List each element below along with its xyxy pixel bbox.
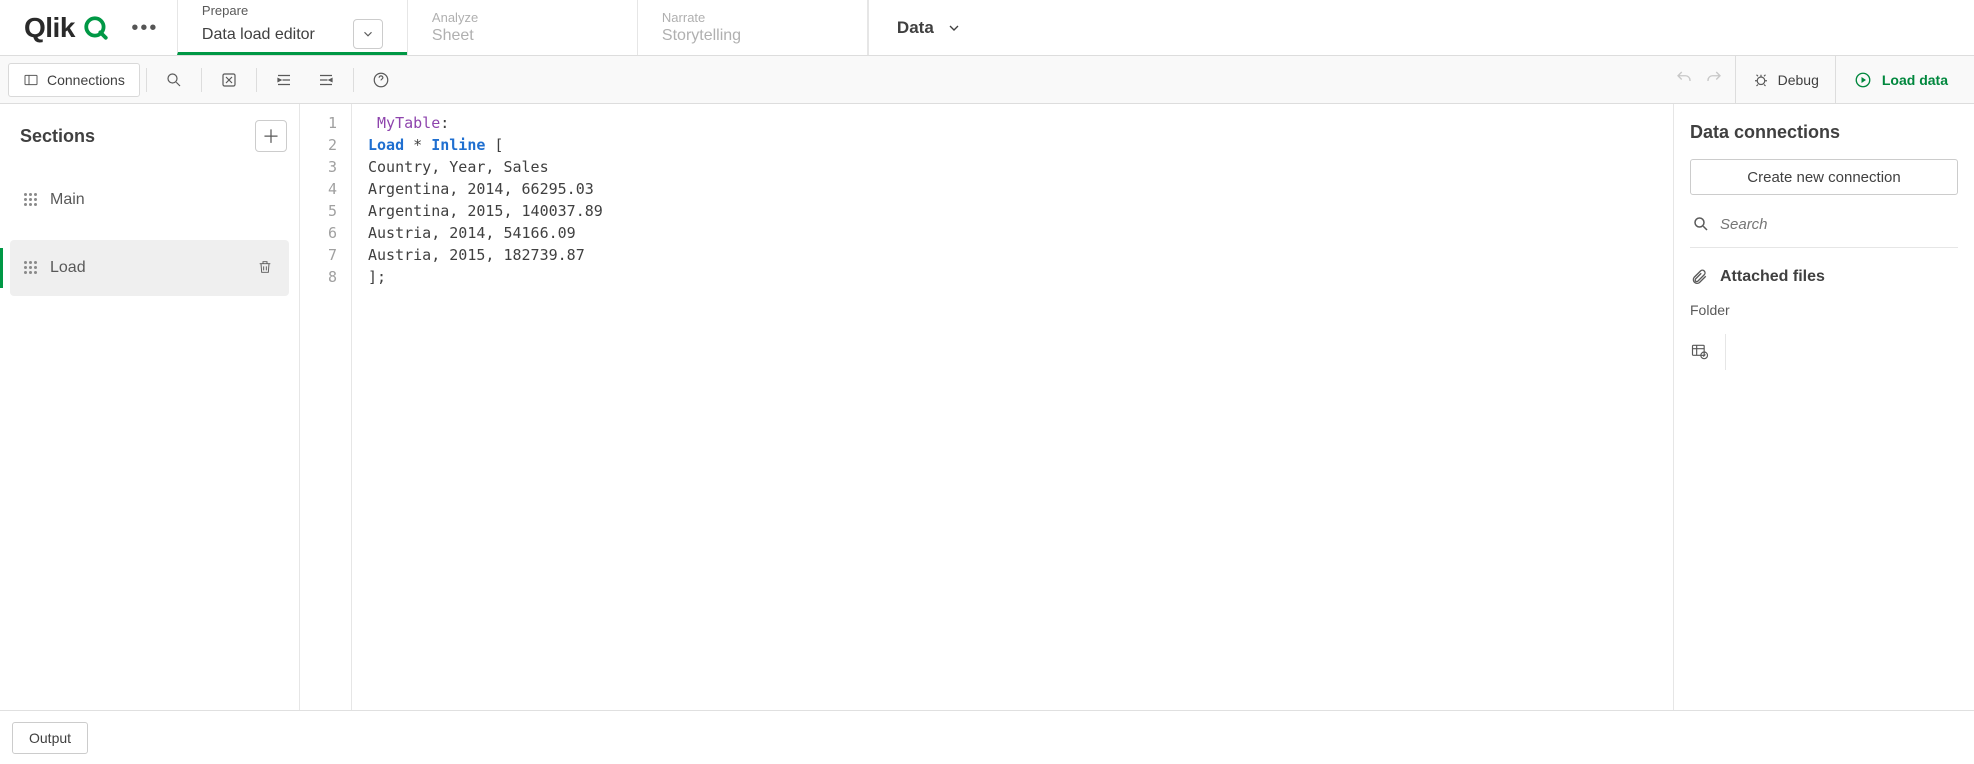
nav-tab-small: Prepare [202, 3, 383, 19]
search-button[interactable] [153, 56, 195, 104]
more-menu-button[interactable]: ••• [127, 0, 163, 56]
nav-tab-prepare[interactable]: Prepare Data load editor [177, 0, 407, 55]
nav-tab-big: Sheet [432, 27, 613, 45]
nav-tab-small: Narrate [662, 10, 843, 26]
chevron-down-icon [361, 27, 375, 41]
chevron-down-icon [946, 20, 962, 36]
bottom-bar: Output [0, 710, 1974, 764]
select-data-button[interactable] [1690, 334, 1726, 370]
search-icon [165, 71, 183, 89]
section-name: Load [50, 259, 86, 277]
drag-handle-icon[interactable] [24, 193, 38, 207]
connections-label: Connections [47, 72, 125, 88]
qlik-logo-icon [83, 15, 109, 41]
load-data-label: Load data [1882, 72, 1948, 88]
code-editor[interactable]: 12345678 MyTable: Load * Inline [ Countr… [300, 104, 1674, 710]
bug-icon [1752, 71, 1770, 89]
drag-handle-icon[interactable] [24, 261, 38, 275]
plus-icon: ＋ [262, 123, 280, 149]
data-connections-panel: Data connections Create new connection A… [1674, 104, 1974, 710]
delete-section-button[interactable] [257, 259, 273, 278]
brand-name: Qlik [24, 12, 75, 44]
section-item-main[interactable]: Main [10, 172, 289, 228]
attached-files-header[interactable]: Attached files [1690, 264, 1958, 286]
panel-icon [23, 72, 39, 88]
indent-button[interactable] [263, 56, 305, 104]
folder-label: Folder [1690, 302, 1958, 318]
undo-icon [1675, 69, 1693, 87]
code-content[interactable]: MyTable: Load * Inline [ Country, Year, … [352, 104, 1673, 710]
undo-button[interactable] [1675, 69, 1693, 90]
outdent-icon [317, 71, 335, 89]
add-section-button[interactable]: ＋ [255, 120, 287, 152]
output-label: Output [29, 730, 71, 746]
attached-files-label: Attached files [1720, 268, 1825, 286]
help-button[interactable] [360, 56, 402, 104]
toolbar: Connections [0, 56, 1974, 104]
data-menu-label: Data [897, 18, 934, 38]
data-connections-title: Data connections [1690, 122, 1958, 143]
output-button[interactable]: Output [12, 722, 88, 754]
debug-label: Debug [1778, 72, 1819, 88]
trash-icon [257, 259, 273, 275]
nav-tab-analyze[interactable]: Analyze Sheet [407, 0, 637, 55]
connections-button[interactable]: Connections [8, 63, 140, 97]
paperclip-icon [1690, 268, 1708, 286]
help-icon [372, 71, 390, 89]
search-icon [1692, 215, 1710, 233]
line-gutter: 12345678 [300, 104, 352, 710]
nav-tab-big: Data load editor [202, 26, 315, 44]
indent-icon [275, 71, 293, 89]
connection-search-input[interactable] [1720, 216, 1956, 233]
prepare-dropdown-button[interactable] [353, 19, 383, 49]
top-nav: Qlik ••• Prepare Data load editor Analyz… [0, 0, 1974, 56]
brand-logo[interactable]: Qlik [0, 0, 127, 55]
redo-button[interactable] [1705, 69, 1723, 90]
comment-button[interactable] [208, 56, 250, 104]
nav-tab-small: Analyze [432, 10, 613, 26]
main-area: Sections ＋ Main Load 12345678 My [0, 104, 1974, 710]
nav-tab-big: Storytelling [662, 27, 843, 45]
outdent-button[interactable] [305, 56, 347, 104]
play-icon [1854, 71, 1872, 89]
comment-icon [220, 71, 238, 89]
connection-search[interactable] [1690, 211, 1958, 248]
create-connection-label: Create new connection [1747, 169, 1900, 186]
more-icon: ••• [131, 17, 158, 40]
create-connection-button[interactable]: Create new connection [1690, 159, 1958, 195]
load-data-button[interactable]: Load data [1835, 56, 1966, 104]
sections-title: Sections [20, 126, 95, 147]
data-menu[interactable]: Data [868, 0, 990, 55]
section-name: Main [50, 191, 85, 209]
nav-tab-narrate[interactable]: Narrate Storytelling [637, 0, 867, 55]
debug-button[interactable]: Debug [1735, 56, 1835, 104]
redo-icon [1705, 69, 1723, 87]
sections-sidebar: Sections ＋ Main Load [0, 104, 300, 710]
table-select-icon [1690, 342, 1710, 362]
section-item-load[interactable]: Load [10, 240, 289, 296]
